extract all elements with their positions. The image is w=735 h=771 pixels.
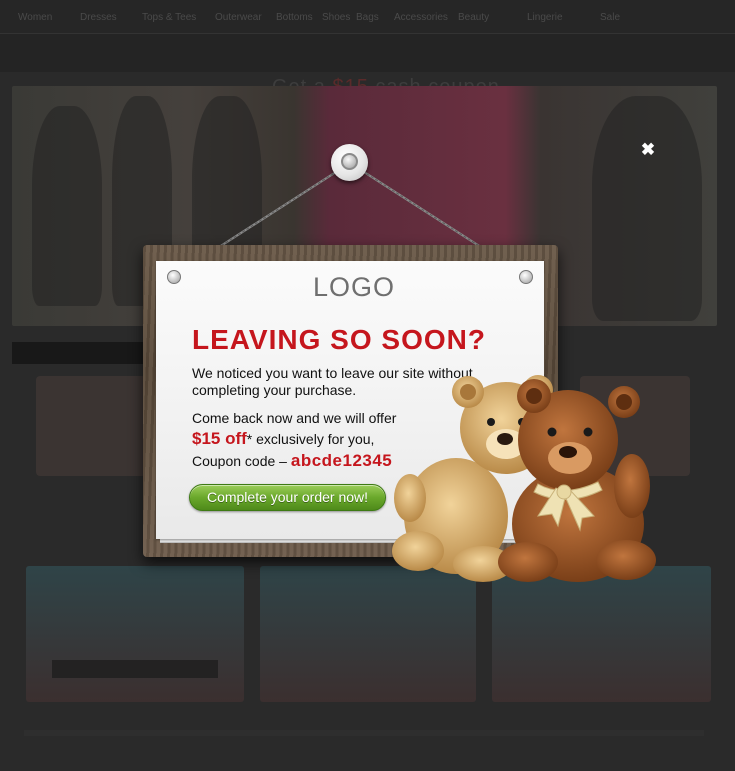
coupon-line: Coupon code – abcde12345 [192,451,392,471]
offer-intro: Come back now and we will offer [192,410,397,426]
coupon-label: Coupon code – [192,453,291,469]
teddy-bears-illustration [392,375,656,582]
coupon-code: abcde12345 [290,451,393,470]
complete-order-button[interactable]: Complete your order now! [189,484,386,511]
screw-icon [519,270,533,284]
popup-headline: LEAVING SO SOON? [192,324,486,355]
close-icon[interactable]: ✖ [639,141,657,159]
nail-icon [331,144,368,181]
screw-icon [167,270,181,284]
offer-suffix: exclusively for you, [252,431,375,447]
offer-line: $15 off* exclusively for you, [192,429,374,449]
logo: LOGO [312,272,396,302]
offer-amount: $15 off [192,429,247,448]
